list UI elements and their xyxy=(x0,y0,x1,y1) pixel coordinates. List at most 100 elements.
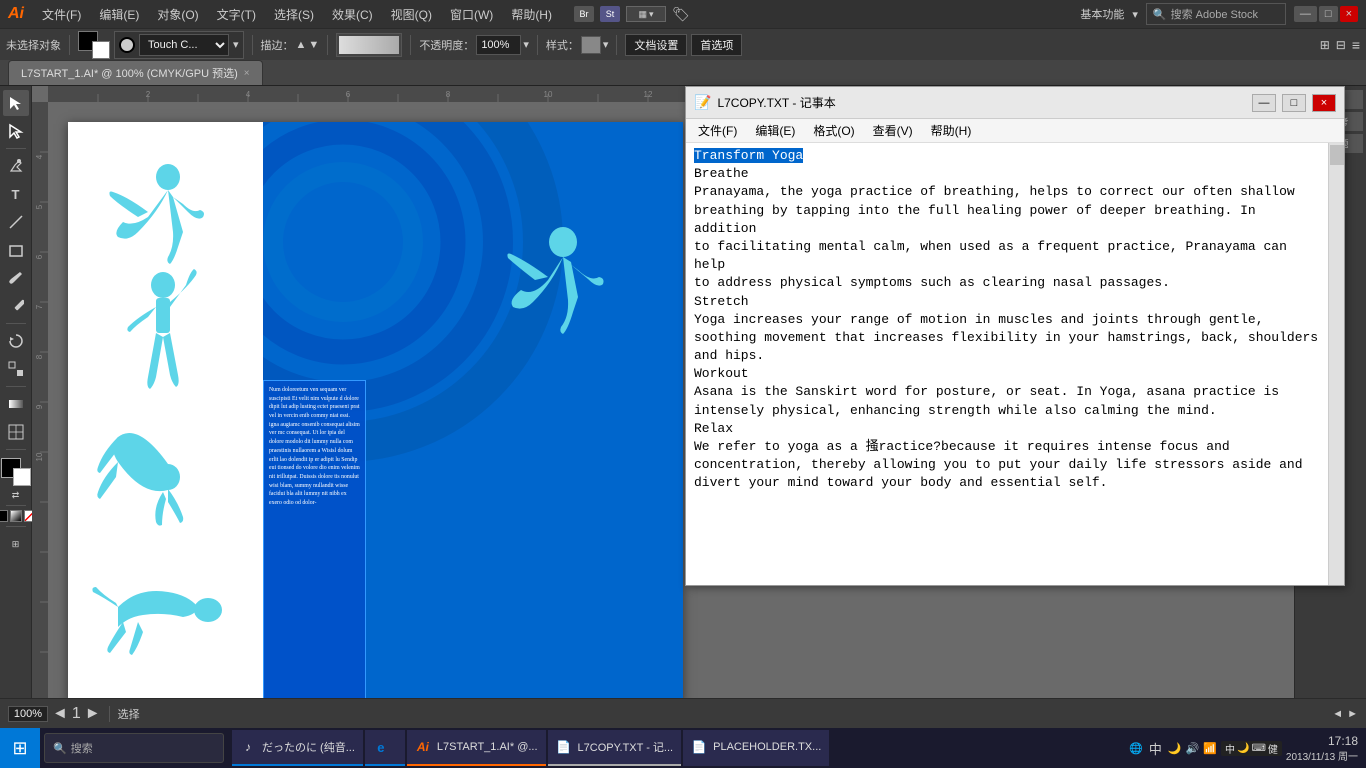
minimize-btn[interactable]: — xyxy=(1294,6,1317,22)
arrange-btn-1[interactable]: ⊞ xyxy=(1318,38,1332,52)
zoom-controls[interactable]: ◄ 1 ► xyxy=(8,705,101,723)
restore-btn[interactable]: □ xyxy=(1319,6,1338,22)
color-swatches[interactable] xyxy=(78,31,110,59)
notepad-menu-file[interactable]: 文件(F) xyxy=(690,120,745,141)
notepad-menu-help[interactable]: 帮助(H) xyxy=(923,120,980,141)
toolbar-menu-btn[interactable]: ≡ xyxy=(1352,37,1360,53)
pencil-tool[interactable] xyxy=(3,293,29,319)
network-icon[interactable]: 📶 xyxy=(1203,742,1217,755)
notepad-window: 📝 L7COPY.TXT - 记事本 — □ × 文件(F) 编辑(E) 格式(… xyxy=(685,86,1345,586)
gradient-mode-btn[interactable] xyxy=(10,510,22,522)
notepad-minimize-btn[interactable]: — xyxy=(1252,94,1276,112)
background-swatch[interactable] xyxy=(92,41,110,59)
menu-select[interactable]: 选择(S) xyxy=(266,4,322,25)
start-button[interactable]: ⊞ xyxy=(0,728,40,768)
opacity-label: 不透明度： xyxy=(419,37,474,53)
swatch-controls[interactable]: ⇄ xyxy=(12,490,20,501)
toolbox-bg-swatch[interactable] xyxy=(13,468,31,486)
paintbrush-tool[interactable] xyxy=(3,265,29,291)
taskbar-app-notepad1[interactable]: 📄 L7COPY.TXT - 记... xyxy=(548,730,682,766)
menu-effect[interactable]: 效果(C) xyxy=(324,4,381,25)
artboard-tool[interactable]: ⊞ xyxy=(3,531,29,557)
brush-selector[interactable]: Touch C... ▾ xyxy=(114,31,244,59)
taskbar-app-illustrator[interactable]: Ai L7START_1.AI* @... xyxy=(407,730,546,766)
pen-tool[interactable] xyxy=(3,153,29,179)
ime-moon: 🌙 xyxy=(1237,743,1249,754)
opacity-arrow[interactable]: ▾ xyxy=(523,38,529,51)
notepad-scrollbar[interactable] xyxy=(1328,143,1344,585)
document-tab[interactable]: L7START_1.AI* @ 100% (CMYK/GPU 预选) × xyxy=(8,60,263,85)
svg-text:9: 9 xyxy=(35,404,44,409)
menu-view[interactable]: 视图(Q) xyxy=(383,4,440,25)
edge-icon: e xyxy=(373,739,389,755)
stroke-arrow-up[interactable]: ▲ xyxy=(296,39,307,51)
notepad-menu-format[interactable]: 格式(O) xyxy=(805,120,862,141)
notepad-menu-edit[interactable]: 编辑(E) xyxy=(747,120,803,141)
stroke-arrow-down[interactable]: ▼ xyxy=(308,39,319,51)
preferences-btn[interactable]: 首选项 xyxy=(691,34,742,56)
menu-help[interactable]: 帮助(H) xyxy=(503,4,560,25)
notepad-menu-view[interactable]: 查看(V) xyxy=(865,120,921,141)
zoom-input[interactable] xyxy=(8,706,48,722)
speaker-icon[interactable]: 🔊 xyxy=(1186,742,1200,755)
artboard-nav-right[interactable]: ► xyxy=(1347,708,1358,720)
workspace-label[interactable]: 基本功能 xyxy=(1080,6,1124,22)
ime-status-bar[interactable]: 中 🌙 ⌨ 健 xyxy=(1221,741,1282,756)
ime-indicator[interactable]: 中 xyxy=(1147,739,1164,758)
menu-object[interactable]: 对象(O) xyxy=(149,4,206,25)
rotate-tool[interactable] xyxy=(3,328,29,354)
top-menu-bar: Ai 文件(F) 编辑(E) 对象(O) 文字(T) 选择(S) 效果(C) 视… xyxy=(0,0,1366,28)
swap-colors-btn[interactable]: ⇄ xyxy=(12,490,20,501)
color-mode-btn[interactable] xyxy=(0,510,8,522)
clock-time: 17:18 xyxy=(1286,734,1358,748)
taskbar-search[interactable]: 🔍 搜索 xyxy=(44,733,224,763)
notepad-text-area[interactable]: Transform Yoga Breathe Pranayama, the yo… xyxy=(686,143,1328,585)
st-icon: St xyxy=(600,6,620,22)
zoom-arrow-right[interactable]: ► xyxy=(85,705,101,723)
taskbar-app-edge[interactable]: e xyxy=(365,730,405,766)
svg-text:6: 6 xyxy=(35,254,44,259)
zoom-arrow-left[interactable]: ◄ xyxy=(52,705,68,723)
svg-text:5: 5 xyxy=(35,204,44,209)
selection-tool[interactable] xyxy=(3,90,29,116)
svg-text:8: 8 xyxy=(35,354,44,359)
direct-selection-tool[interactable] xyxy=(3,118,29,144)
taskbar-app-notepad2[interactable]: 📄 PLACEHOLDER.TX... xyxy=(683,730,829,766)
text-overlay-box[interactable]: Num doloreetum ven sequam ver suscipisti… xyxy=(263,380,366,698)
window-controls[interactable]: — □ × xyxy=(1294,6,1358,22)
menu-edit[interactable]: 编辑(E) xyxy=(91,4,147,25)
line-tool[interactable] xyxy=(3,209,29,235)
menu-window[interactable]: 窗口(W) xyxy=(442,4,501,25)
status-right: ◄ ► xyxy=(1332,708,1358,720)
style-arrow[interactable]: ▾ xyxy=(603,38,609,51)
arrange-btns[interactable]: ⊞ ⊟ xyxy=(1318,38,1348,52)
status-sep-1 xyxy=(109,706,110,722)
brush-dropdown[interactable]: Touch C... xyxy=(139,34,229,56)
svg-text:6: 6 xyxy=(346,90,351,99)
close-btn[interactable]: × xyxy=(1340,6,1358,22)
stroke-preview xyxy=(119,37,135,53)
doc-settings-btn[interactable]: 文档设置 xyxy=(625,34,687,56)
search-stock-box[interactable]: 🔍 搜索 Adobe Stock xyxy=(1146,3,1286,25)
illustrator-document[interactable]: Num doloreetum ven sequam ver suscipisti… xyxy=(68,122,683,698)
scale-tool[interactable] xyxy=(3,356,29,382)
arrange-btn-2[interactable]: ⊟ xyxy=(1334,38,1348,52)
rect-tool[interactable] xyxy=(3,237,29,263)
doc-tab-close[interactable]: × xyxy=(244,68,250,79)
fill-mode-row[interactable] xyxy=(0,510,36,522)
mesh-tool[interactable] xyxy=(3,419,29,445)
opacity-input[interactable] xyxy=(476,35,521,55)
toolbox-color-swatches[interactable] xyxy=(1,458,31,486)
menu-text[interactable]: 文字(T) xyxy=(209,4,264,25)
notepad-restore-btn[interactable]: □ xyxy=(1282,94,1306,112)
menu-file[interactable]: 文件(F) xyxy=(34,4,89,25)
notepad-close-btn[interactable]: × xyxy=(1312,94,1336,112)
artboard-nav-left[interactable]: ◄ xyxy=(1332,708,1343,720)
gradient-tool[interactable] xyxy=(3,391,29,417)
moon-icon: 🌙 xyxy=(1168,742,1182,755)
taskbar-app-music[interactable]: ♪ だったのに (纯音... xyxy=(232,730,363,766)
type-tool[interactable]: T xyxy=(3,181,29,207)
grid-view-btn[interactable]: ▦ ▾ xyxy=(626,6,666,22)
scrollbar-thumb[interactable] xyxy=(1330,145,1344,165)
svg-text:7: 7 xyxy=(35,304,44,309)
